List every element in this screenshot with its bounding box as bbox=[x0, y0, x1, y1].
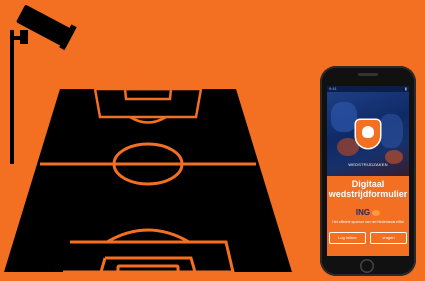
player-shape bbox=[331, 102, 357, 132]
questions-button[interactable]: vragen bbox=[370, 232, 407, 244]
hero-caption: WEDSTRIJDZAKEN bbox=[348, 162, 388, 167]
sponsor-name: ING bbox=[355, 208, 371, 217]
sponsor-tagline: Het officiele sponsor van het Nederlands… bbox=[332, 220, 404, 224]
sponsor-logo: ING bbox=[327, 208, 409, 217]
lion-icon bbox=[362, 126, 374, 138]
player-shape bbox=[337, 138, 359, 156]
football-pitch-icon bbox=[4, 70, 292, 278]
app-title: Digitaal wedstrijdformulier bbox=[327, 179, 409, 199]
smartphone-icon: 9:41 ▮ WEDSTRIJDZAKEN Digitaal wedstrijd… bbox=[320, 66, 416, 276]
hero-banner: WEDSTRIJDZAKEN bbox=[327, 92, 409, 176]
app-screen: 9:41 ▮ WEDSTRIJDZAKEN Digitaal wedstrijd… bbox=[327, 86, 409, 256]
player-shape bbox=[379, 114, 403, 148]
app-title-line2: wedstrijdformulier bbox=[328, 189, 408, 199]
login-button[interactable]: Log in/leer bbox=[329, 232, 366, 244]
button-row: Log in/leer vragen bbox=[329, 232, 407, 244]
phone-speaker bbox=[358, 73, 378, 76]
home-button[interactable] bbox=[360, 259, 374, 273]
knvb-crest-logo bbox=[356, 120, 380, 148]
app-title-line1: Digitaal bbox=[351, 179, 385, 189]
lion-icon bbox=[372, 209, 381, 216]
